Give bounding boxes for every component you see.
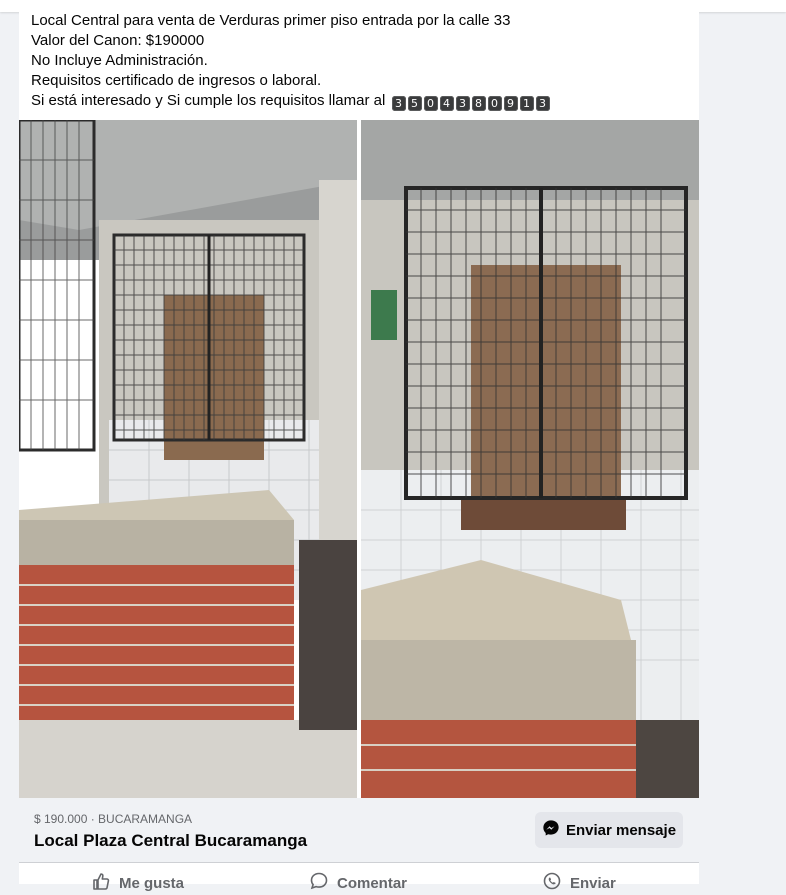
phone-digit: 1 bbox=[519, 96, 534, 111]
phone-digit: 8 bbox=[471, 96, 486, 111]
send-label: Enviar bbox=[570, 874, 616, 892]
listing-photo-1[interactable] bbox=[19, 120, 357, 798]
send-message-button[interactable]: Enviar mensaje bbox=[535, 812, 683, 848]
comment-icon bbox=[309, 871, 329, 895]
messenger-icon bbox=[542, 819, 560, 842]
post-line: Requisitos certificado de ingresos o lab… bbox=[31, 72, 322, 89]
post-line: Local Central para venta de Verduras pri… bbox=[31, 12, 511, 29]
send-message-label: Enviar mensaje bbox=[565, 821, 677, 839]
post-text: Local Central para venta de Verduras pri… bbox=[31, 11, 691, 111]
post-card: Local Central para venta de Verduras pri… bbox=[19, 0, 699, 892]
whatsapp-icon bbox=[542, 871, 562, 895]
phone-number: 3 5 0 4 3 8 0 9 1 3 bbox=[391, 96, 550, 111]
like-label: Me gusta bbox=[119, 874, 185, 892]
listing-photo-2[interactable] bbox=[361, 120, 699, 798]
phone-digit: 5 bbox=[407, 96, 422, 111]
listing-title[interactable]: Local Plaza Central Bucaramanga bbox=[34, 831, 307, 851]
post-line: No Incluye Administración. bbox=[31, 52, 208, 69]
marketplace-listing-bar[interactable]: $ 190.000 · BUCARAMANGA Local Plaza Cent… bbox=[19, 798, 699, 862]
post-line-contact: Si está interesado y Si cumple los requi… bbox=[31, 91, 691, 111]
phone-digit: 3 bbox=[455, 96, 470, 111]
listing-price-location: $ 190.000 · BUCARAMANGA bbox=[34, 812, 193, 826]
contact-text: Si está interesado y Si cumple los requi… bbox=[31, 92, 386, 109]
send-button[interactable]: Enviar bbox=[542, 871, 616, 895]
phone-digit: 3 bbox=[535, 96, 550, 111]
phone-digit: 9 bbox=[503, 96, 518, 111]
comment-label: Comentar bbox=[337, 874, 408, 892]
post-actions: Me gusta Comentar Enviar bbox=[19, 862, 699, 892]
like-button[interactable]: Me gusta bbox=[91, 871, 184, 895]
phone-digit: 0 bbox=[487, 96, 502, 111]
thumbs-up-icon bbox=[91, 871, 111, 895]
phone-digit: 0 bbox=[423, 96, 438, 111]
phone-digit: 4 bbox=[439, 96, 454, 111]
post-line: Valor del Canon: $190000 bbox=[31, 32, 205, 49]
comment-button[interactable]: Comentar bbox=[309, 871, 407, 895]
photo-grid bbox=[19, 120, 699, 798]
phone-digit: 3 bbox=[391, 96, 406, 111]
